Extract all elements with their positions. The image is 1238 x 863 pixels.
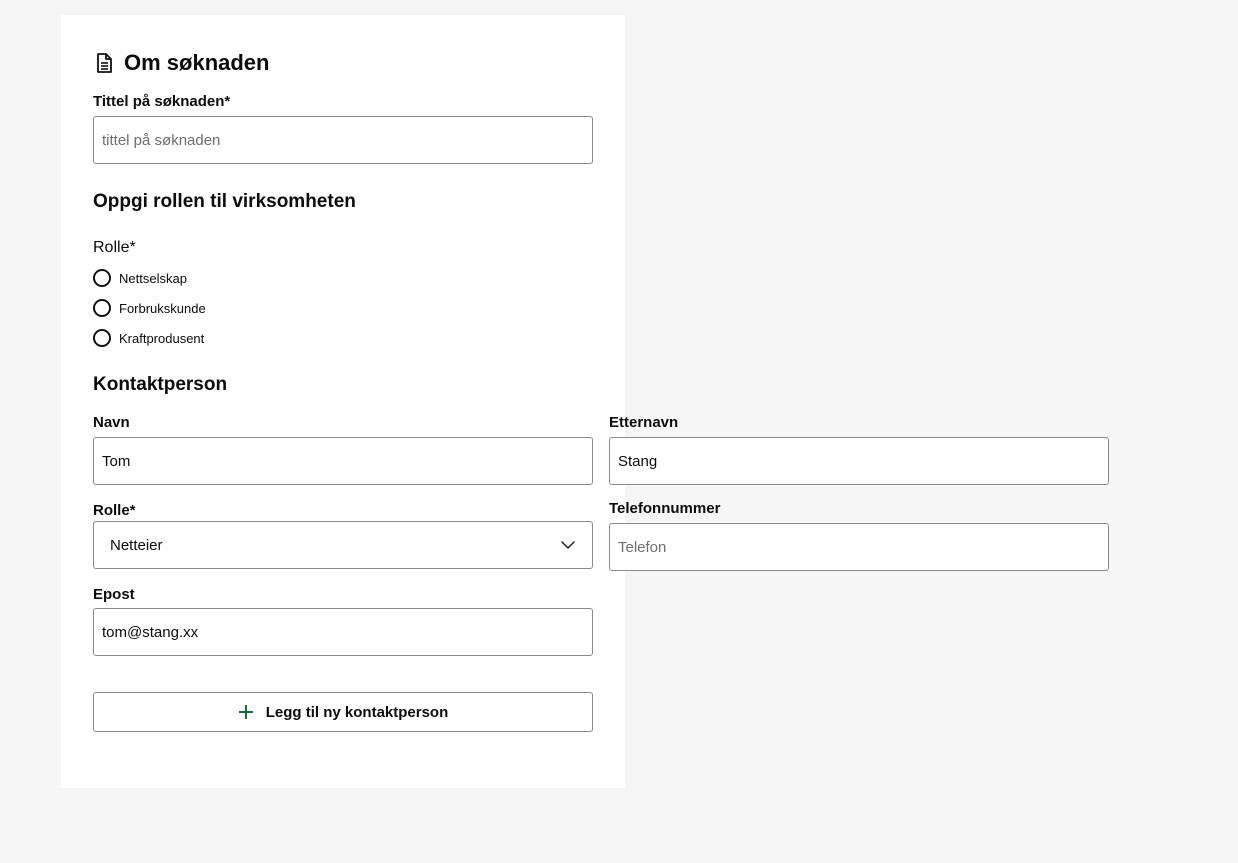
contact-role-value: Netteier [110, 536, 163, 554]
application-title-input[interactable] [93, 116, 593, 164]
add-contact-button-label: Legg til ny kontaktperson [265, 703, 449, 721]
role-section-heading: Oppgi rollen til virksomheten [93, 191, 356, 212]
role-group-label: Rolle* [93, 239, 136, 256]
page-title-text: Om søknaden [124, 50, 270, 75]
plus-icon [238, 704, 254, 720]
add-contact-button[interactable]: Legg til ny kontaktperson [93, 692, 593, 732]
chevron-down-icon [560, 537, 576, 553]
radio-label: Forbrukskunde [119, 300, 206, 316]
last-name-input[interactable] [609, 437, 1109, 485]
radio-option-nettselskap[interactable]: Nettselskap [93, 268, 187, 288]
email-label: Epost [93, 586, 135, 603]
document-icon [93, 52, 115, 74]
last-name-label: Etternavn [609, 414, 679, 431]
radio-circle[interactable] [93, 299, 111, 317]
radio-label: Nettselskap [119, 270, 187, 286]
phone-label: Telefonnummer [609, 500, 721, 517]
radio-option-kraftprodusent[interactable]: Kraftprodusent [93, 328, 204, 348]
first-name-label: Navn [93, 414, 130, 431]
email-input[interactable] [93, 608, 593, 656]
contact-section-heading: Kontaktperson [93, 374, 228, 395]
first-name-input[interactable] [93, 437, 593, 485]
radio-circle[interactable] [93, 269, 111, 287]
contact-role-label: Rolle* [93, 502, 136, 519]
radio-label: Kraftprodusent [119, 330, 205, 346]
application-title-label: Tittel på søknaden* [93, 93, 231, 110]
radio-option-forbrukskunde[interactable]: Forbrukskunde [93, 298, 206, 318]
contact-role-select[interactable]: Netteier [93, 521, 593, 569]
radio-circle[interactable] [93, 329, 111, 347]
page-title: Om søknaden [93, 48, 269, 78]
phone-input[interactable] [609, 523, 1109, 571]
